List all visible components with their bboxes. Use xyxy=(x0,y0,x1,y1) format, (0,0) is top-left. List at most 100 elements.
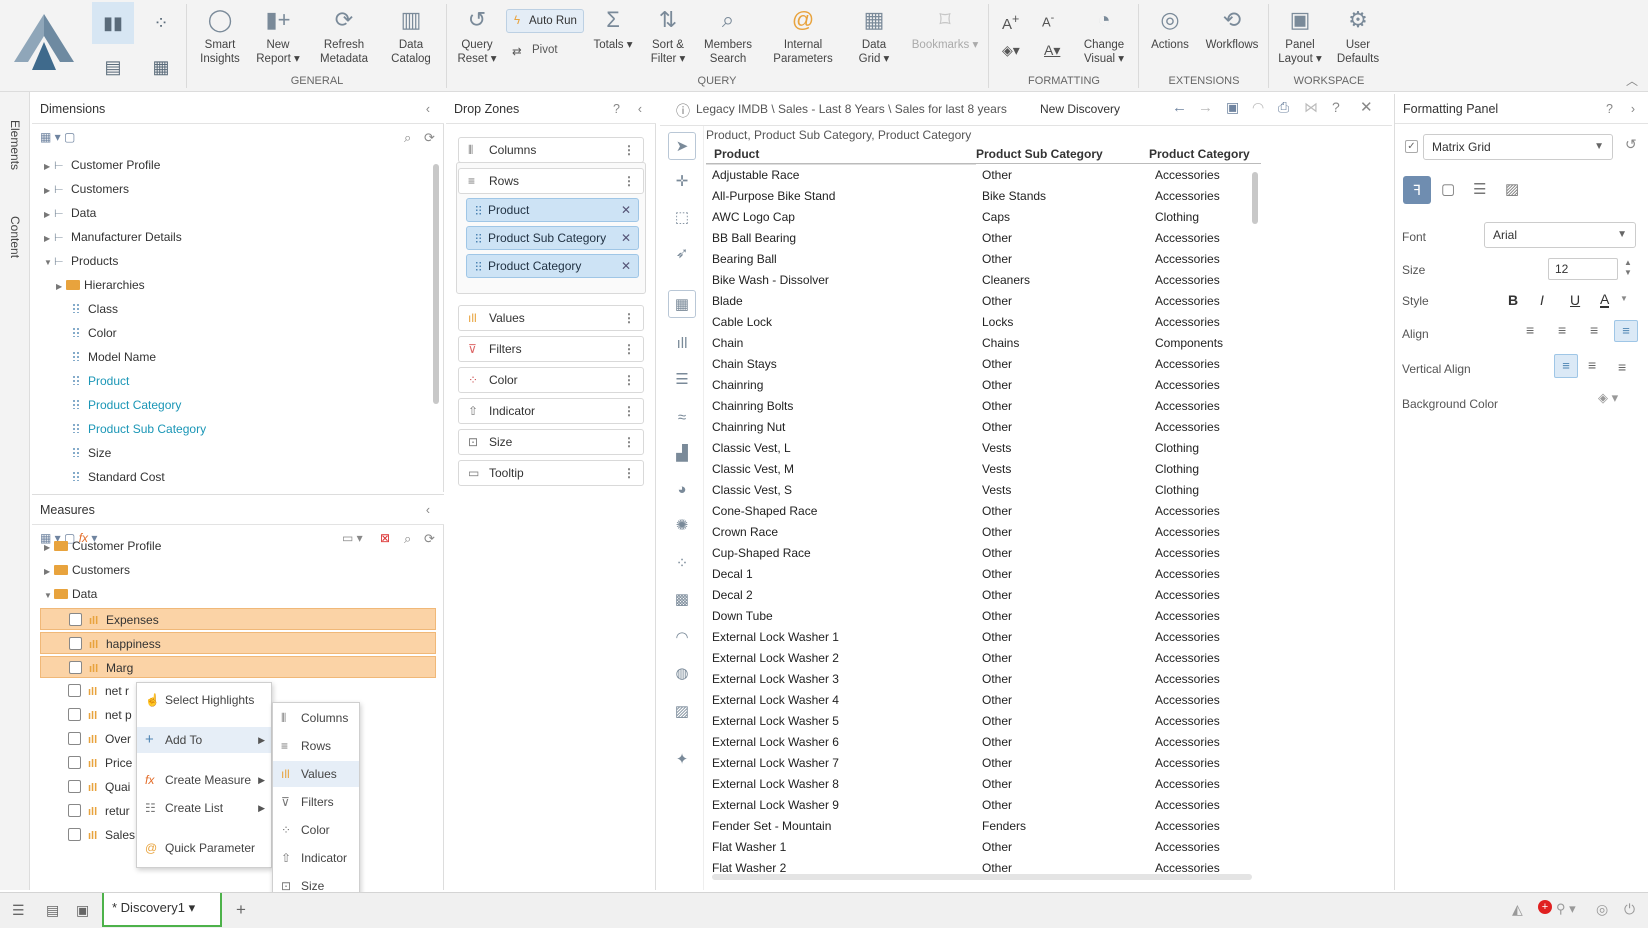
table-row[interactable]: External Lock Washer 8 Other Accessories xyxy=(712,774,1252,795)
measure-search-icon[interactable]: ⌕ xyxy=(404,531,411,547)
side-tab-elements[interactable]: Elements xyxy=(8,120,22,170)
text-color-button[interactable]: A xyxy=(1600,292,1610,308)
user-defaults-button[interactable]: ⚙ User Defaults xyxy=(1332,6,1384,66)
menu-create-measure[interactable]: fx Create Measure ▶ xyxy=(137,767,271,793)
new-report-button[interactable]: ▮+ New Report ▾ xyxy=(250,6,306,66)
measure-item[interactable]: ıll Marg xyxy=(40,656,436,678)
expand-icon[interactable]: ▶ xyxy=(44,180,54,202)
measure-checkbox[interactable] xyxy=(68,780,81,793)
dimension-item[interactable]: Class xyxy=(72,298,118,320)
data-grid-button[interactable]: ▦ Data Grid ▾ xyxy=(846,6,902,66)
submenu-columns[interactable]: ⦀ Columns xyxy=(273,705,359,731)
italic-button[interactable]: I xyxy=(1540,292,1544,308)
measure-checkbox[interactable] xyxy=(68,684,81,697)
valign-top-icon[interactable]: ≡ xyxy=(1554,354,1578,378)
side-tab-content[interactable]: Content xyxy=(8,216,22,258)
fill-color-icon[interactable]: ◈▾ xyxy=(1002,42,1020,59)
zone-menu-icon[interactable]: ⋮ xyxy=(623,306,635,330)
actions-button[interactable]: ◎ Actions xyxy=(1146,6,1194,52)
save-icon[interactable]: ▣ xyxy=(1226,99,1239,116)
bold-button[interactable]: B xyxy=(1508,292,1518,308)
sort-filter-button[interactable]: ⇅ Sort & Filter ▾ xyxy=(644,6,692,66)
expand-icon[interactable]: ▶ xyxy=(44,561,54,583)
add-tab-icon[interactable]: + xyxy=(236,900,246,920)
remove-chip-icon[interactable]: ✕ xyxy=(621,199,631,221)
notification-icon[interactable]: + xyxy=(1538,900,1552,914)
formatting-help-icon[interactable]: ? xyxy=(1606,94,1613,124)
bookmarks-button[interactable]: ⌑ Bookmarks ▾ xyxy=(910,6,980,52)
lasso-icon[interactable]: ⬚ xyxy=(668,204,696,232)
table-row[interactable]: External Lock Washer 3 Other Accessories xyxy=(712,669,1252,690)
dimension-item[interactable]: Color xyxy=(72,322,117,344)
measure-checkbox[interactable] xyxy=(69,613,82,626)
visual-enabled-checkbox[interactable]: ✓ xyxy=(1405,140,1418,153)
measure-checkbox[interactable] xyxy=(68,804,81,817)
zone-menu-icon[interactable]: ⋮ xyxy=(623,169,635,193)
remove-chip-icon[interactable]: ✕ xyxy=(621,227,631,249)
measure-clear-icon[interactable]: ⊠ xyxy=(380,531,390,545)
rss-icon[interactable]: ◠ xyxy=(1252,99,1264,116)
table-row[interactable]: Flat Washer 1 Other Accessories xyxy=(712,837,1252,858)
discovery-help-icon[interactable]: ? xyxy=(1332,99,1340,115)
report-icon[interactable]: ▣ xyxy=(76,902,89,919)
measure-item[interactable]: ıll happiness xyxy=(40,632,436,654)
share-icon[interactable]: ⋈ xyxy=(1304,99,1318,116)
drop-zone-columns[interactable]: ⦀ Columns ⋮ xyxy=(458,137,644,163)
expand-icon[interactable]: ▼ xyxy=(44,252,54,274)
status-icon[interactable]: ◎ xyxy=(1596,901,1608,918)
row-chip[interactable]: Product Sub Category ✕ xyxy=(466,226,639,250)
font-color-icon[interactable]: A▾ xyxy=(1044,42,1060,59)
grid-vertical-scrollbar[interactable] xyxy=(1252,172,1258,224)
font-shrink-icon[interactable]: A- xyxy=(1042,12,1054,29)
menu-icon[interactable]: ☰ xyxy=(12,902,25,919)
collapse-measures-icon[interactable]: ‹ xyxy=(426,495,430,525)
measure-folder[interactable]: ▼ Data xyxy=(44,583,97,605)
measure-checkbox[interactable] xyxy=(69,661,82,674)
table-row[interactable]: Decal 2 Other Accessories xyxy=(712,585,1252,606)
pie-chart-icon[interactable]: ◕ xyxy=(668,476,696,504)
measure-item[interactable]: ıll Expenses xyxy=(40,608,436,630)
table-row[interactable]: Chain Stays Other Accessories xyxy=(712,354,1252,375)
chart-view-icon[interactable]: ▮▮ xyxy=(92,2,134,44)
table-row[interactable]: Down Tube Other Accessories xyxy=(712,606,1252,627)
underline-button[interactable]: U xyxy=(1570,292,1580,308)
align-center-icon[interactable]: ≡ xyxy=(1558,322,1566,338)
table-row[interactable]: Chainring Bolts Other Accessories xyxy=(712,396,1252,417)
submenu-values[interactable]: ıll Values xyxy=(273,761,359,787)
globe-icon[interactable]: ◍ xyxy=(668,660,696,688)
dimensions-scrollbar[interactable] xyxy=(433,164,439,404)
dimension-item[interactable]: Standard Cost xyxy=(72,466,165,488)
expand-icon[interactable]: ▼ xyxy=(44,585,54,607)
grid-view-icon[interactable]: ▦ xyxy=(140,46,182,88)
zone-menu-icon[interactable]: ⋮ xyxy=(623,138,635,162)
table-row[interactable]: Crown Race Other Accessories xyxy=(712,522,1252,543)
expand-icon[interactable]: ▶ xyxy=(44,228,54,250)
text-format-tab-icon[interactable]: ꟻ xyxy=(1403,176,1431,204)
dimension-search-icon[interactable]: ⌕ xyxy=(404,130,411,146)
dimension-item[interactable]: ▼ ⊢ Products xyxy=(44,250,118,272)
table-row[interactable]: Bike Wash - Dissolver Cleaners Accessories xyxy=(712,270,1252,291)
text-color-dropdown-icon[interactable]: ▼ xyxy=(1620,294,1628,303)
measure-folder-icon[interactable]: ▭ ▾ xyxy=(342,531,363,545)
row-chip[interactable]: Product Category ✕ xyxy=(466,254,639,278)
refresh-metadata-button[interactable]: ⟳ Refresh Metadata xyxy=(312,6,376,66)
pin-icon[interactable]: ⚲ ▾ xyxy=(1556,901,1576,917)
table-row[interactable]: AWC Logo Cap Caps Clothing xyxy=(712,207,1252,228)
measure-checkbox[interactable] xyxy=(68,708,81,721)
size-input[interactable]: 12 xyxy=(1548,258,1618,280)
drop-zone-rows[interactable]: ≡ Rows ⋮ xyxy=(458,168,644,194)
size-stepper[interactable]: ▲ ▼ xyxy=(1624,258,1632,278)
align-left-icon[interactable]: ≡ xyxy=(1526,322,1534,338)
menu-create-list[interactable]: ☷ Create List ▶ xyxy=(137,795,271,821)
align-right-icon[interactable]: ≡ xyxy=(1590,322,1598,338)
settings-tab-icon[interactable]: ☰ xyxy=(1473,180,1486,198)
auto-run-toggle[interactable]: ϟ Auto Run xyxy=(506,9,584,33)
submenu-color[interactable]: ⁘ Color xyxy=(273,817,359,843)
crosshair-icon[interactable]: ✛ xyxy=(668,168,696,196)
visual-type-select[interactable]: Matrix Grid ▼ xyxy=(1423,134,1613,160)
table-row[interactable]: BB Ball Bearing Other Accessories xyxy=(712,228,1252,249)
expand-icon[interactable]: ▶ xyxy=(44,156,54,178)
drop-zone-indicator[interactable]: ⇧ Indicator ⋮ xyxy=(458,398,644,424)
dimension-item[interactable]: Size xyxy=(72,442,111,464)
table-row[interactable]: External Lock Washer 6 Other Accessories xyxy=(712,732,1252,753)
